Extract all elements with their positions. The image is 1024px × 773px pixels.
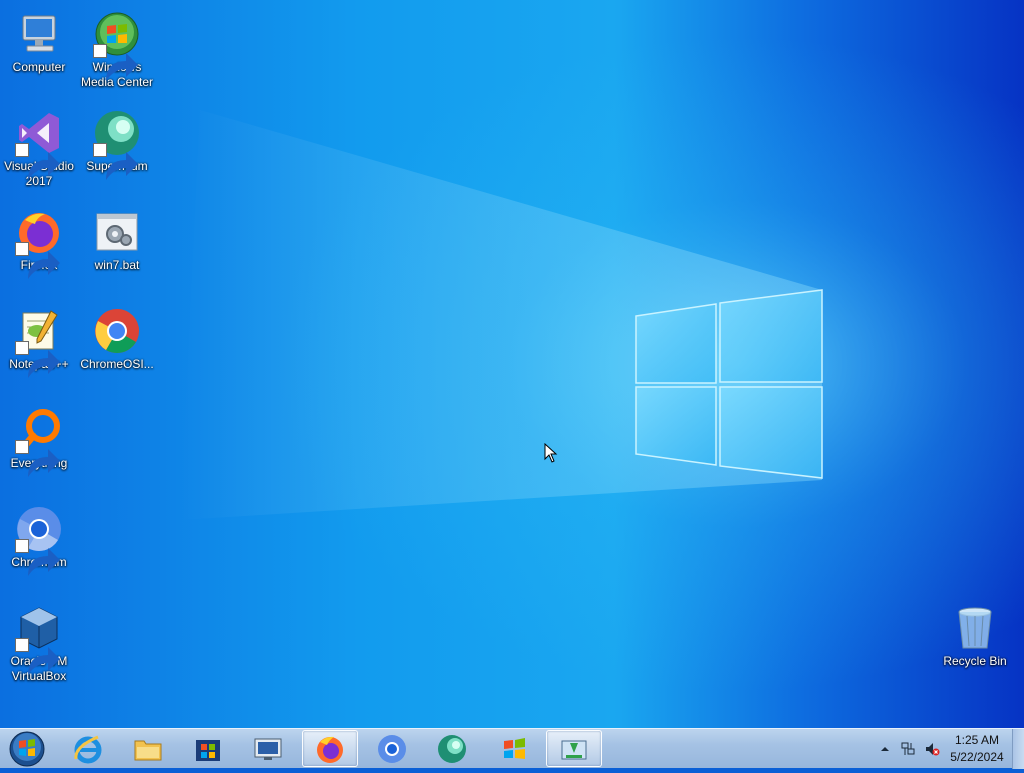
firefox-icon: [317, 736, 343, 763]
desktop-icon-chromeosi[interactable]: ChromeOSI...: [78, 303, 156, 372]
desktop-icon-label: Computer: [12, 60, 66, 74]
microsoft-store-icon: [196, 739, 220, 761]
everything-search-icon: [15, 406, 63, 477]
desktop-icon-label: ChromeOSI...: [80, 357, 154, 371]
shortcut-arrow-icon: [15, 638, 60, 675]
taskbar-installer[interactable]: [546, 730, 602, 767]
chrome-icon: [93, 307, 141, 355]
file-explorer-icon: [134, 740, 162, 760]
desktop-icon-windows-media-center[interactable]: Windows Media Center: [78, 6, 156, 90]
shortcut-arrow-icon: [15, 143, 60, 180]
desktop-icon-visual-studio[interactable]: Visual Studio 2017: [0, 105, 78, 189]
desktop-icon-label: win7.bat: [94, 258, 140, 272]
chromium-icon: [15, 505, 63, 576]
desktop-icon-computer[interactable]: Computer: [0, 6, 78, 75]
clock-time: 1:25 AM: [954, 733, 1000, 747]
notepadpp-icon: [15, 307, 63, 378]
desktop-icon-firefox[interactable]: Firefox: [0, 204, 78, 279]
shortcut-arrow-icon: [15, 341, 60, 378]
desktop-icon-notepadpp[interactable]: Notepad++: [0, 303, 78, 378]
internet-explorer-icon: [74, 735, 102, 763]
mouse-pointer-icon: [544, 443, 558, 463]
desktop-icon-win7-bat[interactable]: win7.bat: [78, 204, 156, 273]
download-installer-icon: [561, 740, 587, 759]
desktop-icon-recycle-bin[interactable]: Recycle Bin: [936, 600, 1014, 669]
recycle-bin-icon: [951, 604, 999, 652]
bat-file-icon: [93, 208, 141, 256]
computer-icon: [15, 10, 63, 58]
shortcut-arrow-icon: [15, 539, 60, 576]
windows-media-center-icon: [93, 10, 141, 81]
supermium-icon: [438, 734, 466, 763]
shortcut-arrow-icon: [15, 242, 60, 279]
shortcut-arrow-icon: [15, 440, 60, 477]
clock-date: 5/22/2024: [950, 750, 1004, 764]
taskbar-chromium[interactable]: [364, 730, 420, 767]
chromium-icon: [378, 734, 406, 763]
visual-studio-icon: [15, 109, 63, 180]
desktop-icon-everything[interactable]: Everything: [0, 402, 78, 477]
taskbar-remote-desktop[interactable]: [240, 730, 296, 767]
taskbar-supermium[interactable]: [424, 730, 480, 767]
taskbar-clock[interactable]: 1:25 AM 5/22/2024: [944, 732, 1010, 766]
desktop-icon-virtualbox[interactable]: Oracle VM VirtualBox: [0, 600, 78, 684]
taskbar-microsoft-store[interactable]: [180, 730, 236, 767]
volume-muted-icon[interactable]: [924, 741, 940, 757]
desktop-icon-label: Recycle Bin: [943, 654, 1007, 668]
shortcut-arrow-icon: [93, 44, 138, 81]
network-icon[interactable]: [900, 741, 916, 757]
desktop-icon-chromium[interactable]: Chromium: [0, 501, 78, 576]
start-orb-icon: [9, 731, 45, 767]
taskbar-windows-media-center[interactable]: [486, 730, 542, 767]
firefox-icon: [15, 208, 63, 279]
show-hidden-icons-arrow[interactable]: [877, 741, 893, 757]
windows-media-center-icon: [504, 737, 525, 759]
taskbar-firefox[interactable]: [302, 730, 358, 767]
show-desktop-button[interactable]: [1012, 729, 1024, 769]
virtualbox-icon: [15, 604, 63, 675]
start-button[interactable]: [4, 730, 50, 768]
taskbar-file-explorer[interactable]: [120, 730, 176, 767]
taskbar-internet-explorer[interactable]: [60, 730, 116, 767]
shortcut-arrow-icon: [93, 143, 138, 180]
taskbar: 1:25 AM 5/22/2024: [0, 728, 1024, 769]
supermium-icon: [93, 109, 141, 180]
desktop-icon-supermium[interactable]: Supermium: [78, 105, 156, 180]
remote-desktop-icon: [254, 738, 282, 760]
